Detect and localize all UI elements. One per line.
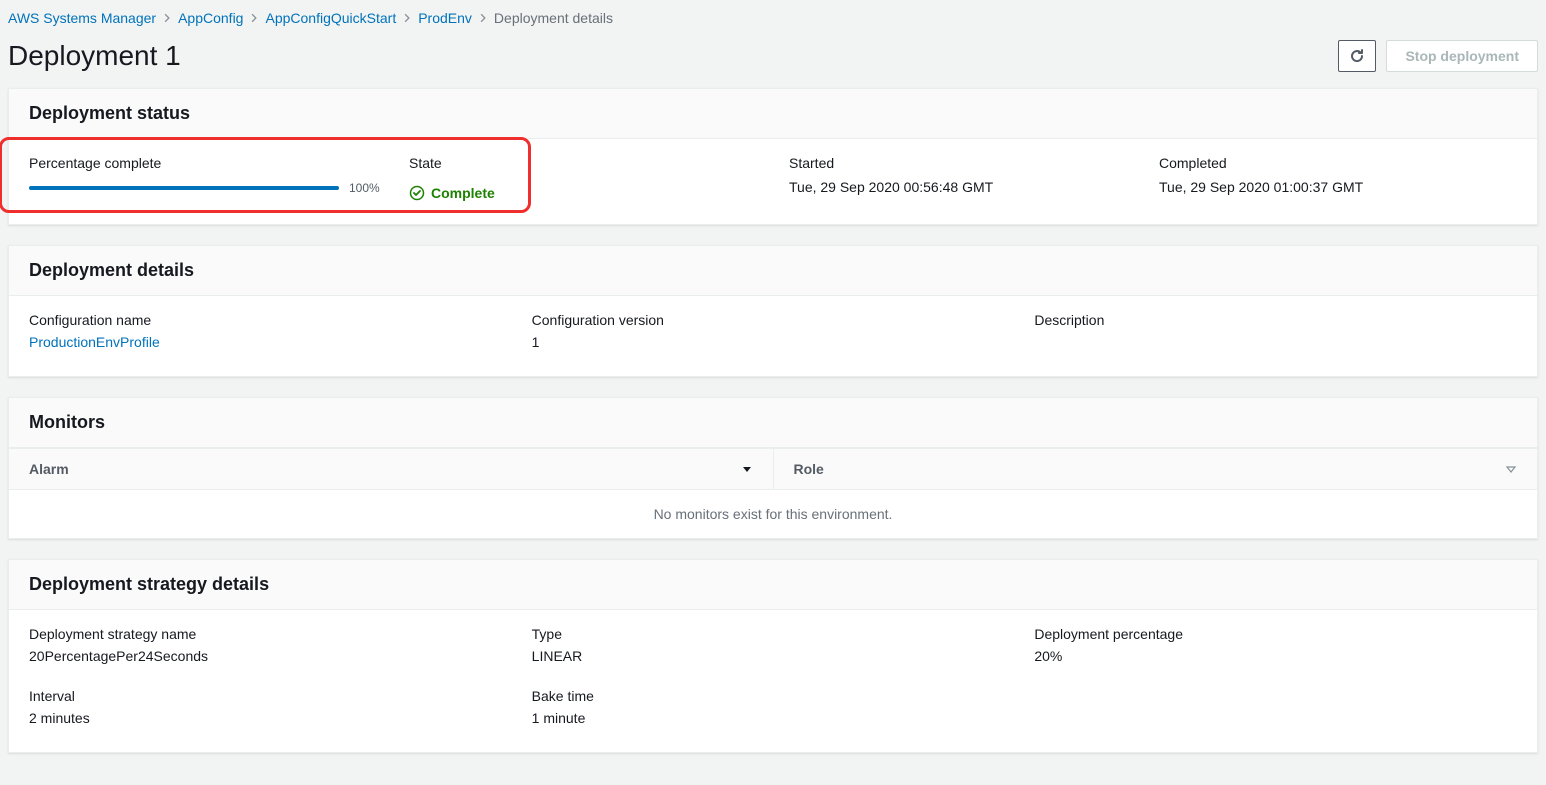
config-version-value: 1 (532, 334, 1015, 350)
strategy-name: Deployment strategy name 20PercentagePer… (29, 626, 512, 664)
strategy-pct: Deployment percentage 20% (1034, 626, 1517, 664)
stop-deployment-button: Stop deployment (1386, 40, 1538, 72)
strategy-interval: Interval 2 minutes (29, 688, 512, 726)
panel-header: Deployment details (9, 246, 1537, 296)
state-label: State (409, 155, 789, 171)
strategy-bake-label: Bake time (532, 688, 1015, 704)
status-started: Started Tue, 29 Sep 2020 00:56:48 GMT (789, 155, 1159, 204)
chevron-right-icon (402, 13, 412, 23)
description: Description (1034, 312, 1517, 350)
col-alarm-label: Alarm (29, 461, 69, 477)
config-version-label: Configuration version (532, 312, 1015, 328)
strategy-type-label: Type (532, 626, 1015, 642)
breadcrumb-link-appconfig[interactable]: AppConfig (178, 10, 243, 26)
completed-value: Tue, 29 Sep 2020 01:00:37 GMT (1159, 179, 1517, 195)
check-circle-icon (409, 185, 425, 201)
started-value: Tue, 29 Sep 2020 00:56:48 GMT (789, 179, 1159, 195)
strategy-bake: Bake time 1 minute (532, 688, 1015, 726)
sort-neutral-icon (1505, 463, 1517, 475)
strategy-pct-value: 20% (1034, 648, 1517, 664)
chevron-right-icon (162, 13, 172, 23)
monitors-table-header: Alarm Role (9, 448, 1537, 490)
status-completed: Completed Tue, 29 Sep 2020 01:00:37 GMT (1159, 155, 1517, 204)
status-state: State Complete (409, 155, 789, 204)
strategy-panel: Deployment strategy details Deployment s… (8, 559, 1538, 753)
panel-header: Monitors (9, 398, 1537, 448)
config-version: Configuration version 1 (532, 312, 1015, 350)
percentage-label: Percentage complete (29, 155, 409, 171)
state-value: Complete (409, 185, 495, 201)
config-name-label: Configuration name (29, 312, 512, 328)
chevron-right-icon (478, 13, 488, 23)
progress-percentage: 100% (349, 181, 380, 195)
config-name-link[interactable]: ProductionEnvProfile (29, 334, 160, 350)
strategy-bake-value: 1 minute (532, 710, 1015, 726)
panel-header: Deployment status (9, 89, 1537, 139)
started-label: Started (789, 155, 1159, 171)
strategy-pct-label: Deployment percentage (1034, 626, 1517, 642)
sort-desc-icon (741, 463, 753, 475)
col-role-label: Role (794, 461, 824, 477)
strategy-name-label: Deployment strategy name (29, 626, 512, 642)
deployment-status-panel: Deployment status Percentage complete 10… (8, 88, 1538, 225)
deployment-details-panel: Deployment details Configuration name Pr… (8, 245, 1538, 377)
strategy-interval-label: Interval (29, 688, 512, 704)
panel-title: Deployment strategy details (29, 574, 1517, 595)
col-alarm[interactable]: Alarm (9, 449, 773, 489)
breadcrumb: AWS Systems Manager AppConfig AppConfigQ… (0, 0, 1546, 32)
strategy-interval-value: 2 minutes (29, 710, 512, 726)
chevron-right-icon (249, 13, 259, 23)
strategy-name-value: 20PercentagePer24Seconds (29, 648, 512, 664)
description-label: Description (1034, 312, 1517, 328)
page-header: Deployment 1 Stop deployment (0, 32, 1546, 88)
page-title: Deployment 1 (8, 40, 181, 72)
monitors-panel: Monitors Alarm Role No monitors exist fo… (8, 397, 1538, 539)
progress-bar (29, 186, 339, 190)
strategy-type: Type LINEAR (532, 626, 1015, 664)
strategy-type-value: LINEAR (532, 648, 1015, 664)
refresh-button[interactable] (1338, 40, 1376, 72)
state-text: Complete (431, 185, 495, 201)
monitors-empty-message: No monitors exist for this environment. (9, 490, 1537, 538)
status-percentage: Percentage complete 100% (29, 155, 409, 204)
header-actions: Stop deployment (1338, 40, 1538, 72)
breadcrumb-current: Deployment details (494, 10, 613, 26)
completed-label: Completed (1159, 155, 1517, 171)
breadcrumb-link-appconfigquickstart[interactable]: AppConfigQuickStart (265, 10, 396, 26)
col-role[interactable]: Role (773, 449, 1538, 489)
refresh-icon (1349, 48, 1365, 64)
panel-title: Deployment status (29, 103, 1517, 124)
panel-title: Monitors (29, 412, 1517, 433)
breadcrumb-link-systems-manager[interactable]: AWS Systems Manager (8, 10, 156, 26)
breadcrumb-link-prodenv[interactable]: ProdEnv (418, 10, 472, 26)
panel-header: Deployment strategy details (9, 560, 1537, 610)
config-name: Configuration name ProductionEnvProfile (29, 312, 512, 350)
panel-title: Deployment details (29, 260, 1517, 281)
